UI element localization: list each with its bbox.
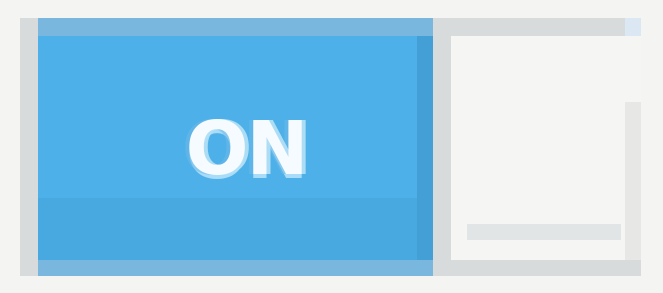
on-off-toggle-switch[interactable]: ON bbox=[20, 18, 641, 276]
toggle-on-region[interactable]: ON bbox=[38, 18, 433, 276]
toggle-corner-highlight bbox=[625, 18, 641, 36]
toggle-thumb-track bbox=[467, 224, 621, 240]
toggle-off-surface bbox=[451, 36, 641, 260]
toggle-on-label: ON bbox=[185, 106, 309, 192]
toggle-off-region[interactable] bbox=[433, 18, 641, 276]
